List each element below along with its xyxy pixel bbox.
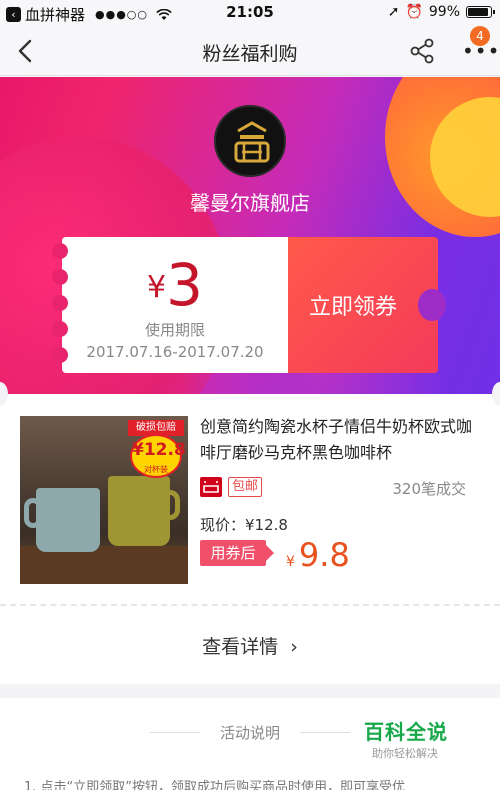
free-shipping-tag: 包邮	[228, 477, 263, 497]
sold-count: 320笔成交	[392, 480, 466, 498]
nav-bar: 粉丝福利购 ••• 4	[0, 26, 500, 76]
final-price: ¥9.8	[286, 536, 350, 574]
current-price: 现价：¥12.8	[200, 516, 288, 534]
coupon-period-label: 使用期限	[144, 321, 205, 339]
location-icon: ➚	[387, 4, 400, 20]
hero-banner: 馨曼尔旗舰店 ¥3 使用期限 2017.07.16-2017.07.20 立即领…	[0, 77, 500, 394]
image-badge-price: ¥12.8	[132, 440, 186, 460]
more-icon[interactable]: •••	[462, 41, 500, 61]
watermark-sub: 助你轻松解决	[372, 747, 438, 760]
after-coupon-tag: 用券后	[200, 540, 274, 566]
watermark-logo: 百科全说 助你轻松解决	[364, 716, 464, 764]
watermark-title: 百科全说	[364, 720, 448, 744]
image-cup	[36, 488, 100, 552]
coupon-amount: 3	[166, 251, 203, 319]
share-icon[interactable]	[408, 37, 436, 65]
image-badge-sub: 对杯装	[144, 465, 168, 474]
product-card[interactable]: 破损包赔 ¥12.8 对杯装 创意简约陶瓷水杯子情侣牛奶杯欧式咖啡厅磨砂马克杯黑…	[0, 394, 500, 684]
view-details-link[interactable]: 查看详情 ›	[0, 632, 500, 659]
battery-percent: 99%	[428, 4, 460, 20]
image-price-badge: 破损包赔 ¥12.8 对杯装	[128, 420, 186, 484]
shop-logo-icon	[234, 121, 270, 163]
divider	[300, 732, 350, 733]
final-price-currency: ¥	[286, 554, 295, 570]
coupon-edge-notch	[418, 289, 446, 321]
alarm-icon: ⏰	[405, 4, 423, 20]
status-bar: ‹ 血拼神器 ●●●○○ 21:05 ➚ ⏰ 99%	[0, 0, 500, 26]
claim-coupon-button[interactable]: 立即领券	[288, 237, 446, 373]
product-image[interactable]: 破损包赔 ¥12.8 对杯装	[20, 416, 188, 584]
coupon-card: ¥3 使用期限 2017.07.16-2017.07.20	[52, 237, 288, 373]
coupon-value: ¥3	[62, 251, 288, 319]
activity-text: 1. 点击“立即领取”按钮，领取成功后购买商品时使用，即可享受优	[24, 780, 406, 790]
coupon-period: 2017.07.16-2017.07.20	[86, 343, 264, 361]
final-price-amount: 9.8	[298, 536, 350, 574]
image-cup-handle	[160, 490, 180, 520]
notification-badge[interactable]: 4	[470, 26, 490, 46]
claim-coupon-label: 立即领券	[308, 295, 397, 320]
tmall-icon	[200, 477, 222, 497]
image-badge-circle: ¥12.8 对杯装	[130, 434, 186, 478]
shop-logo[interactable]	[214, 105, 286, 177]
chevron-right-icon: ›	[284, 636, 298, 658]
divider	[0, 604, 500, 606]
shop-name[interactable]: 馨曼尔旗舰店	[0, 187, 500, 216]
product-title[interactable]: 创意简约陶瓷水杯子情侣牛奶杯欧式咖啡厅磨砂马克杯黑色咖啡杯	[200, 414, 484, 466]
view-details-label: 查看详情	[202, 636, 279, 658]
battery-icon	[466, 6, 495, 18]
coupon-currency: ¥	[147, 270, 167, 305]
status-right: ➚ ⏰ 99%	[387, 4, 495, 20]
